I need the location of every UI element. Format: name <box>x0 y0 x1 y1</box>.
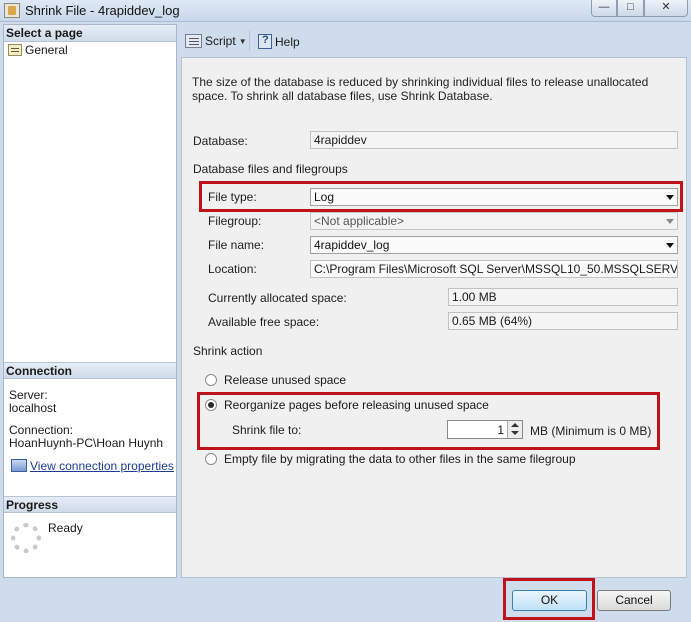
view-connection-properties-label: View connection properties <box>30 459 174 473</box>
allocated-space-field: 1.00 MB <box>448 288 678 306</box>
location-label: Location: <box>208 262 257 276</box>
page-icon <box>8 44 22 56</box>
free-space-label: Available free space: <box>208 315 320 329</box>
page-item-general[interactable]: General <box>8 43 68 58</box>
database-field: 4rapiddev <box>310 131 678 149</box>
script-dropdown-icon[interactable]: ▼ <box>239 37 247 46</box>
toolbar-separator <box>249 31 250 51</box>
page-item-label: General <box>25 43 68 57</box>
select-page-header: Select a page <box>4 25 176 42</box>
server-value: localhost <box>9 401 57 415</box>
empty-file-label: Empty file by migrating the data to othe… <box>224 452 576 466</box>
help-icon <box>258 34 272 49</box>
connection-value: HoanHuynh-PC\Hoan Huynh <box>9 436 164 450</box>
empty-file-radio[interactable]: Empty file by migrating the data to othe… <box>205 452 576 466</box>
cancel-button[interactable]: Cancel <box>597 590 671 611</box>
chevron-down-icon <box>666 219 674 224</box>
progress-spinner-icon <box>11 523 41 553</box>
filegroup-select[interactable]: <Not applicable> <box>310 212 678 230</box>
file-type-highlight <box>199 181 683 212</box>
reorganize-highlight <box>197 392 660 450</box>
filegroup-value: <Not applicable> <box>314 214 405 228</box>
minimize-button[interactable]: — <box>591 0 617 17</box>
radio-circle <box>205 453 217 465</box>
help-label: Help <box>275 34 300 49</box>
view-connection-properties-link[interactable]: View connection properties <box>11 459 174 473</box>
close-button[interactable]: ✕ <box>644 0 688 17</box>
free-space-field: 0.65 MB (64%) <box>448 312 678 330</box>
files-group-label: Database files and filegroups <box>193 162 348 176</box>
radio-circle <box>205 374 217 386</box>
connection-properties-icon <box>11 459 27 472</box>
file-name-label: File name: <box>208 238 265 252</box>
title-bar: Shrink File - 4rapiddev_log — □ ✕ <box>0 0 691 22</box>
release-unused-space-label: Release unused space <box>224 373 347 387</box>
chevron-down-icon <box>666 243 674 248</box>
app-icon <box>4 3 20 18</box>
maximize-button[interactable]: □ <box>617 0 644 17</box>
file-name-select[interactable]: 4rapiddev_log <box>310 236 678 254</box>
database-label: Database: <box>193 134 248 148</box>
script-icon <box>185 34 202 48</box>
filegroup-label: Filegroup: <box>208 214 262 228</box>
connection-header: Connection <box>4 362 176 379</box>
allocated-space-label: Currently allocated space: <box>208 291 347 305</box>
progress-header: Progress <box>4 496 176 513</box>
shrink-action-label: Shrink action <box>193 344 263 358</box>
location-field[interactable]: C:\Program Files\Microsoft SQL Server\MS… <box>310 260 678 278</box>
description-text: The size of the database is reduced by s… <box>192 75 649 103</box>
progress-status: Ready <box>48 521 83 535</box>
file-name-value: 4rapiddev_log <box>314 238 390 252</box>
ok-button[interactable]: OK <box>512 590 587 611</box>
script-label: Script <box>205 34 236 48</box>
script-button[interactable]: Script ▼ <box>185 34 247 48</box>
release-unused-space-radio[interactable]: Release unused space <box>205 373 346 387</box>
help-button[interactable]: Help <box>258 34 300 49</box>
left-panel: Select a page General Connection Server:… <box>3 24 177 578</box>
window-title: Shrink File - 4rapiddev_log <box>25 3 180 18</box>
